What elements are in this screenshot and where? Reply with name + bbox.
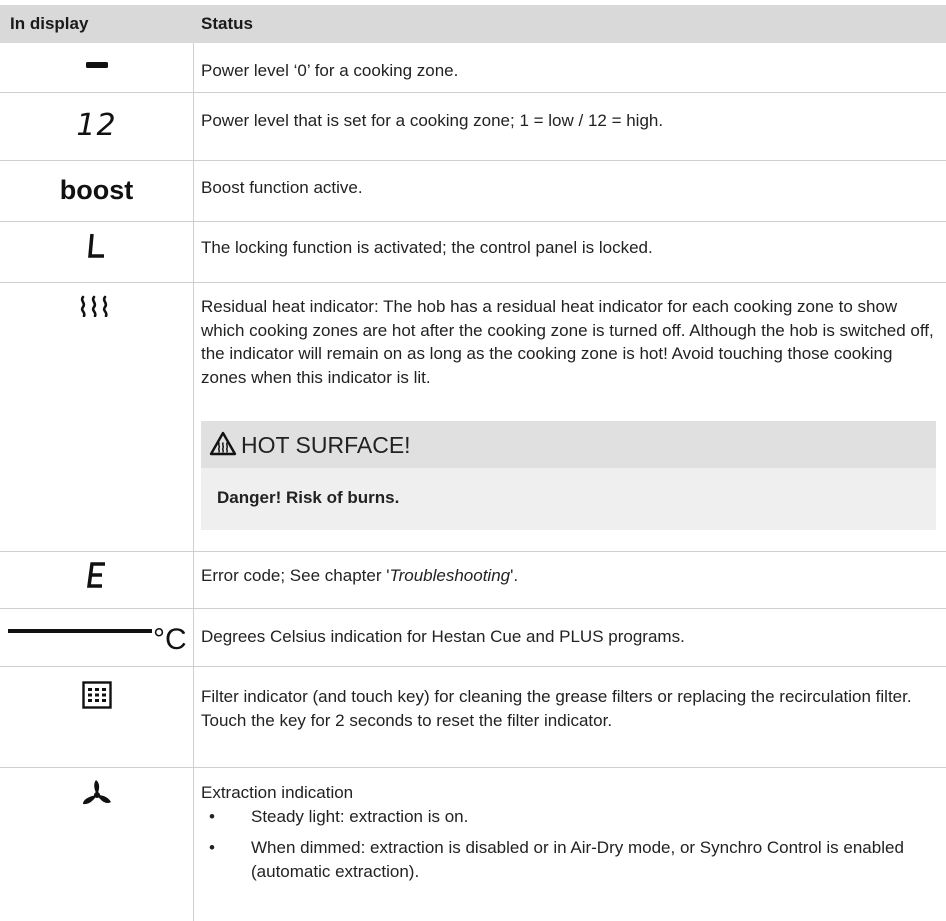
- row-divider: [0, 221, 946, 222]
- twelve-segment-icon: 12: [76, 108, 117, 143]
- dash-segment-icon: [0, 62, 193, 70]
- warning-text: Danger! Risk of burns.: [217, 488, 400, 507]
- row-divider: [0, 160, 946, 161]
- header-in-display: In display: [10, 14, 89, 33]
- row-divider: [0, 92, 946, 93]
- row-power-text: Power level that is set for a cooking zo…: [201, 111, 664, 130]
- row-boost-text: Boost function active.: [201, 178, 363, 197]
- hot-surface-warning-icon: [209, 431, 237, 461]
- row-divider: [0, 666, 946, 667]
- warning-body: Danger! Risk of burns.: [201, 468, 936, 530]
- row-divider: [0, 767, 946, 768]
- lock-segment-icon: [0, 232, 193, 260]
- boost-label: boost: [59, 175, 134, 205]
- warning-title: HOT SURFACE!: [241, 432, 411, 458]
- header-status: Status: [201, 14, 253, 33]
- row-lock-text: The locking function is activated; the c…: [201, 238, 653, 257]
- row-extraction-text: Extraction indication • Steady light: ext…: [201, 781, 936, 891]
- fan-icon: [0, 779, 193, 809]
- list-item: • When dimmed: extraction is disabled or …: [209, 838, 904, 881]
- filter-grid-icon: [0, 681, 193, 709]
- column-divider: [193, 43, 194, 921]
- troubleshooting-chapter-ref: Troubleshooting: [389, 566, 511, 585]
- row-divider: [0, 551, 946, 552]
- row-divider: [0, 282, 946, 283]
- table-header: In display Status: [0, 5, 946, 43]
- row-dash-text: Power level ‘0’ for a cooking zone.: [201, 61, 459, 80]
- row-celsius-text: Degrees Celsius indication for Hestan Cu…: [201, 627, 685, 646]
- row-error-text: Error code; See chapter 'Troubleshooting…: [201, 566, 519, 585]
- residual-heat-icon: [0, 295, 193, 317]
- row-residual-text: Residual heat indicator: The hob has a r…: [201, 297, 934, 387]
- error-segment-icon: [0, 562, 193, 588]
- celsius-bar-icon: °C: [0, 615, 194, 656]
- row-divider: [0, 608, 946, 609]
- warning-header: HOT SURFACE!: [201, 421, 936, 468]
- list-item: • Steady light: extraction is on.: [209, 806, 469, 826]
- row-filter-text: Filter indicator (and touch key) for cle…: [201, 687, 912, 730]
